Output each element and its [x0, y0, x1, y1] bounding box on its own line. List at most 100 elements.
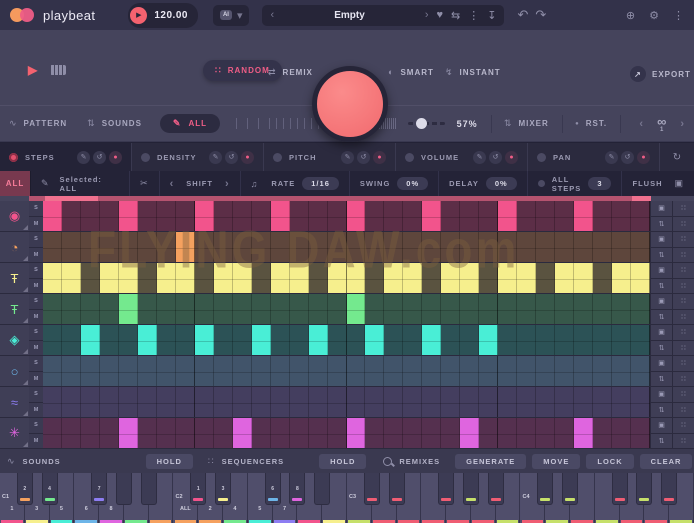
step-cell[interactable]: [403, 201, 422, 231]
step-cell[interactable]: [62, 294, 81, 324]
output-icon[interactable]: ▣: [651, 201, 672, 216]
step-cell[interactable]: [328, 387, 347, 417]
step-cell[interactable]: [631, 387, 650, 417]
step-cell[interactable]: [43, 356, 62, 386]
step-cell[interactable]: [441, 263, 460, 293]
black-key[interactable]: [562, 473, 578, 505]
mute-button[interactable]: M: [29, 310, 43, 325]
step-cell[interactable]: [593, 263, 612, 293]
sliders-icon[interactable]: ⇅: [651, 217, 672, 232]
step-cell[interactable]: [498, 418, 517, 448]
black-key[interactable]: 6: [265, 473, 281, 505]
step-cell[interactable]: [574, 387, 593, 417]
dice-icon[interactable]: ∷: [673, 201, 694, 216]
step-cell[interactable]: [62, 263, 81, 293]
reset-icon[interactable]: ↺: [225, 151, 238, 164]
wave-icon[interactable]: ≈: [0, 387, 29, 417]
step-cell[interactable]: [384, 294, 403, 324]
step-cell[interactable]: [441, 325, 460, 355]
notes-icon[interactable]: ♫: [251, 179, 259, 189]
step-cell[interactable]: [365, 294, 384, 324]
grid-icon[interactable]: ∷: [673, 403, 694, 418]
step-cell[interactable]: [460, 232, 479, 262]
step-cell[interactable]: [612, 294, 631, 324]
rate-value[interactable]: 1/16: [302, 177, 339, 190]
step-cell[interactable]: [62, 418, 81, 448]
step-cell[interactable]: [81, 387, 100, 417]
step-cell[interactable]: [347, 325, 366, 355]
step-cell[interactable]: [138, 387, 157, 417]
step-cell[interactable]: [309, 325, 328, 355]
step-cell[interactable]: [328, 294, 347, 324]
ai-menu-button[interactable]: AI ▾: [213, 5, 250, 26]
mute-button[interactable]: M: [29, 372, 43, 387]
remix-button[interactable]: ⇄ REMIX: [268, 67, 313, 78]
black-key[interactable]: [488, 473, 504, 505]
step-cell[interactable]: [309, 263, 328, 293]
grid-icon[interactable]: ∷: [673, 341, 694, 356]
step-cell[interactable]: [43, 201, 62, 231]
tab-radio[interactable]: [141, 153, 150, 162]
step-cell[interactable]: [119, 418, 138, 448]
black-key[interactable]: 4: [42, 473, 58, 505]
step-cell[interactable]: [574, 325, 593, 355]
step-cell[interactable]: [81, 418, 100, 448]
black-key[interactable]: [636, 473, 652, 505]
step-cell[interactable]: [43, 263, 62, 293]
black-key[interactable]: [537, 473, 553, 505]
black-key[interactable]: [661, 473, 677, 505]
step-cell[interactable]: [441, 418, 460, 448]
step-cell[interactable]: [214, 325, 233, 355]
output-icon[interactable]: ▣: [651, 418, 672, 433]
output-icon[interactable]: ▣: [651, 356, 672, 371]
step-cell[interactable]: [138, 201, 157, 231]
step-cell[interactable]: [347, 294, 366, 324]
dice-icon[interactable]: ✎: [605, 151, 618, 164]
step-cell[interactable]: [517, 356, 536, 386]
step-cell[interactable]: [365, 418, 384, 448]
step-cell[interactable]: [119, 356, 138, 386]
step-cell[interactable]: [271, 356, 290, 386]
step-cell[interactable]: [119, 294, 138, 324]
step-cell[interactable]: [157, 294, 176, 324]
step-cell[interactable]: [347, 387, 366, 417]
step-cell[interactable]: [403, 263, 422, 293]
step-cell[interactable]: [62, 356, 81, 386]
step-cell[interactable]: [347, 356, 366, 386]
lock-icon[interactable]: ●: [241, 151, 254, 164]
sliders-icon[interactable]: ⇅: [651, 341, 672, 356]
step-cell[interactable]: [195, 356, 214, 386]
step-cell[interactable]: [195, 232, 214, 262]
kick-icon[interactable]: ◉: [0, 201, 29, 231]
step-cell[interactable]: [422, 232, 441, 262]
step-cell[interactable]: [498, 263, 517, 293]
step-cell[interactable]: [81, 325, 100, 355]
paint-all-selector[interactable]: ✎ ALL: [160, 114, 220, 133]
step-cell[interactable]: [252, 356, 271, 386]
step-cell[interactable]: [119, 232, 138, 262]
step-cell[interactable]: [233, 356, 252, 386]
step-cell[interactable]: [441, 201, 460, 231]
step-cell[interactable]: [233, 201, 252, 231]
step-cell[interactable]: [157, 418, 176, 448]
step-cell[interactable]: [138, 356, 157, 386]
step-cell[interactable]: [536, 325, 555, 355]
step-cell[interactable]: [309, 387, 328, 417]
step-cell[interactable]: [536, 263, 555, 293]
black-key[interactable]: [438, 473, 454, 505]
step-cell[interactable]: [536, 294, 555, 324]
step-cell[interactable]: [233, 418, 252, 448]
step-cell[interactable]: [460, 387, 479, 417]
step-cell[interactable]: [290, 263, 309, 293]
grid-icon[interactable]: ∷: [673, 217, 694, 232]
step-cell[interactable]: [81, 356, 100, 386]
tom-icon[interactable]: ○: [0, 356, 29, 386]
step-cell[interactable]: [328, 232, 347, 262]
step-cell[interactable]: [631, 294, 650, 324]
step-cell[interactable]: [441, 356, 460, 386]
step-cell[interactable]: [460, 325, 479, 355]
step-cell[interactable]: [384, 325, 403, 355]
step-cell[interactable]: [555, 294, 574, 324]
black-key[interactable]: [364, 473, 380, 505]
instant-button[interactable]: ↯ INSTANT: [445, 67, 501, 78]
